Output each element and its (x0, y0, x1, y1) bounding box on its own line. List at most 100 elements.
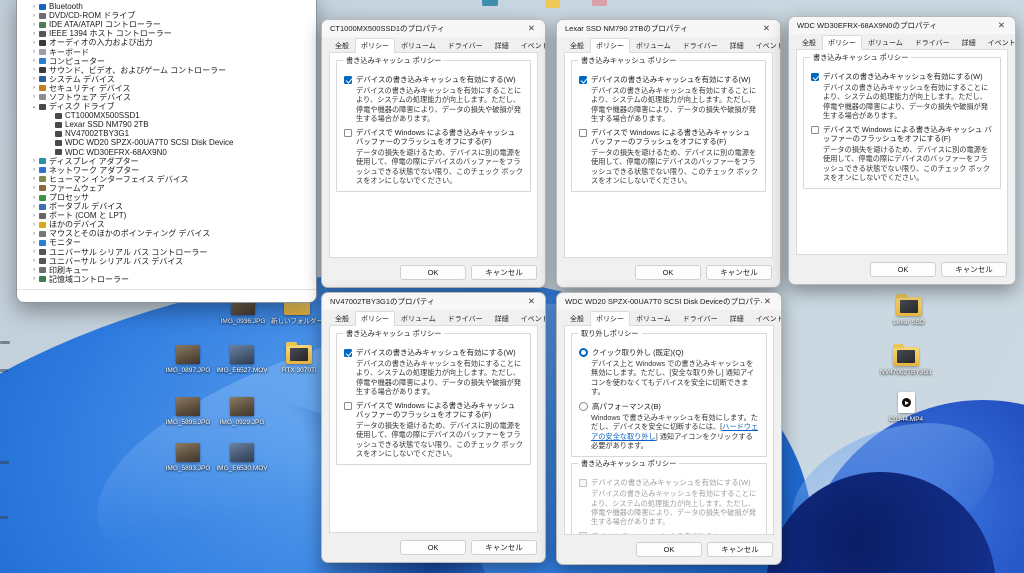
cancel-button[interactable]: キャンセル (941, 262, 1007, 277)
tab-1[interactable]: ポリシー (590, 38, 630, 53)
desktop-icon-img-5895[interactable]: IMG_5895.JPG (163, 397, 213, 426)
tab-3[interactable]: ドライバー (677, 311, 724, 326)
dialog-titlebar[interactable]: WDC WD30EFRX-68AX9N0のプロパティ ✕ (789, 17, 1015, 34)
chevron-right-icon[interactable]: › (30, 67, 38, 73)
tab-3[interactable]: ドライバー (677, 38, 724, 53)
ok-button[interactable]: OK (870, 262, 936, 277)
dialog-titlebar[interactable]: NV47002TBY3G1のプロパティ ✕ (322, 293, 545, 310)
chevron-right-icon[interactable]: › (30, 195, 38, 201)
ok-button[interactable]: OK (636, 542, 702, 557)
cancel-button[interactable]: キャンセル (471, 540, 537, 555)
dialog-titlebar[interactable]: CT1000MX500SSD1のプロパティ ✕ (322, 20, 545, 37)
chevron-right-icon[interactable]: › (30, 249, 38, 255)
chevron-right-icon[interactable]: › (30, 40, 38, 46)
tree-item[interactable]: CT1000MX500SSD1 (17, 111, 316, 120)
chevron-down-icon[interactable]: ⌄ (30, 103, 38, 110)
better-performance-radio[interactable] (579, 402, 588, 412)
chevron-right-icon[interactable]: › (30, 167, 38, 173)
tab-0[interactable]: 全般 (564, 38, 590, 53)
tab-3[interactable]: ドライバー (442, 38, 489, 53)
properties-dialog-ct1000[interactable]: CT1000MX500SSD1のプロパティ ✕ 全般 ポリシー ボリューム ドライバー… (321, 19, 546, 288)
chevron-right-icon[interactable]: › (30, 13, 38, 19)
tab-4[interactable]: 詳細 (489, 311, 515, 326)
enable-write-cache-checkbox[interactable] (344, 75, 352, 84)
desktop-icon-e6530[interactable]: IMG_E6530.MOV (216, 443, 268, 472)
turn-off-flush-checkbox[interactable] (344, 401, 352, 410)
chevron-right-icon[interactable]: › (30, 31, 38, 37)
tree-item[interactable]: ⌄ ディスク ドライブ (17, 102, 316, 111)
tab-1[interactable]: ポリシー (590, 311, 630, 326)
tab-0[interactable]: 全般 (564, 311, 590, 326)
desktop-icon-img-5893[interactable]: IMG_5893.JPG (163, 443, 213, 472)
tab-5[interactable]: イベント (982, 35, 1015, 50)
chevron-right-icon[interactable]: › (30, 176, 38, 182)
device-manager-window[interactable]: › Bluetooth › DVD/CD-ROM ドライブ › IDE ATA/ATAPI… (16, 0, 317, 303)
desktop-icon-rtx3070ti[interactable]: RTX 3070Ti (274, 342, 324, 374)
tab-5[interactable]: イベント (515, 311, 545, 326)
tab-1[interactable]: ポリシー (355, 311, 395, 326)
enable-write-cache-checkbox[interactable] (344, 348, 352, 357)
properties-dialog-wd30efrx[interactable]: WDC WD30EFRX-68AX9N0のプロパティ ✕ 全般 ポリシー ボリューム… (788, 16, 1016, 285)
desktop-icon-nv4700[interactable]: NV47002TBY3G1 (880, 344, 932, 376)
chevron-right-icon[interactable]: › (30, 94, 38, 100)
ok-button[interactable]: OK (635, 265, 701, 280)
chevron-right-icon[interactable]: › (30, 49, 38, 55)
quick-removal-radio[interactable] (579, 348, 588, 357)
turn-off-flush-checkbox[interactable] (344, 128, 352, 137)
chevron-right-icon[interactable]: › (30, 267, 38, 273)
chevron-right-icon[interactable]: › (30, 222, 38, 228)
cancel-button[interactable]: キャンセル (707, 542, 773, 557)
tab-2[interactable]: ボリューム (630, 38, 677, 53)
properties-dialog-wd20spzx[interactable]: WDC WD20 SPZX-00UA7T0 SCSI Disk Deviceのプ… (556, 292, 782, 565)
desktop-icon-lexar-ssd[interactable]: Lexar SSD (884, 294, 934, 326)
close-icon[interactable]: ✕ (761, 23, 772, 34)
enable-write-cache-checkbox[interactable] (811, 72, 819, 81)
tab-0[interactable]: 全般 (796, 35, 822, 50)
chevron-right-icon[interactable]: › (30, 204, 38, 210)
tree-item[interactable]: › 記憶域コントローラー (17, 275, 316, 284)
chevron-right-icon[interactable]: › (30, 185, 38, 191)
properties-dialog-lexar[interactable]: Lexar SSD NM790 2TBのプロパティ ✕ 全般 ポリシー ボリュームド… (556, 19, 781, 288)
cancel-button[interactable]: キャンセル (706, 265, 772, 280)
tab-5[interactable]: イベント (750, 38, 780, 53)
chevron-right-icon[interactable]: › (30, 258, 38, 264)
chevron-right-icon[interactable]: › (30, 4, 38, 10)
tab-1[interactable]: ポリシー (355, 38, 395, 53)
dialog-titlebar[interactable]: WDC WD20 SPZX-00UA7T0 SCSI Disk Deviceのプ… (557, 293, 781, 310)
close-icon[interactable]: ✕ (996, 20, 1007, 31)
cancel-button[interactable]: キャンセル (471, 265, 537, 280)
chevron-right-icon[interactable]: › (30, 213, 38, 219)
close-icon[interactable]: ✕ (762, 296, 773, 307)
chevron-right-icon[interactable]: › (30, 276, 38, 282)
close-icon[interactable]: ✕ (526, 296, 537, 307)
desktop-icon-img-0897[interactable]: IMG_0897.JPG (163, 345, 213, 374)
tab-2[interactable]: ボリューム (395, 311, 442, 326)
desktop-icon-c0344[interactable]: C0344.MP4 (881, 392, 931, 423)
chevron-right-icon[interactable]: › (30, 240, 38, 246)
tree-item[interactable]: WDC WD20 SPZX-00UA7T0 SCSI Disk Device (17, 138, 316, 147)
tab-4[interactable]: 詳細 (956, 35, 982, 50)
turn-off-flush-checkbox[interactable] (579, 128, 587, 137)
tree-item[interactable]: NV47002TBY3G1 (17, 129, 316, 138)
chevron-right-icon[interactable]: › (30, 85, 38, 91)
tab-3[interactable]: ドライバー (442, 311, 489, 326)
close-icon[interactable]: ✕ (526, 23, 537, 34)
properties-dialog-nv47002[interactable]: NV47002TBY3G1のプロパティ ✕ 全般 ポリシー ボリューム ドライバー 詳細… (321, 292, 546, 563)
chevron-right-icon[interactable]: › (30, 158, 38, 164)
tab-2[interactable]: ボリューム (630, 311, 677, 326)
tab-5[interactable]: イベント (515, 38, 545, 53)
ok-button[interactable]: OK (400, 265, 466, 280)
tab-0[interactable]: 全般 (329, 311, 355, 326)
chevron-right-icon[interactable]: › (30, 231, 38, 237)
chevron-right-icon[interactable]: › (30, 58, 38, 64)
desktop-icon-e6527[interactable]: IMG_E6527.MOV (216, 345, 268, 374)
tab-0[interactable]: 全般 (329, 38, 355, 53)
ok-button[interactable]: OK (400, 540, 466, 555)
tab-1[interactable]: ポリシー (822, 35, 862, 50)
dialog-titlebar[interactable]: Lexar SSD NM790 2TBのプロパティ ✕ (557, 20, 780, 37)
desktop-icon-img-0929[interactable]: IMG_0929.JPG (217, 397, 267, 426)
enable-write-cache-checkbox[interactable] (579, 75, 587, 84)
turn-off-flush-checkbox[interactable] (811, 125, 819, 134)
tab-5[interactable]: イベント (750, 311, 781, 326)
tab-4[interactable]: 詳細 (489, 38, 515, 53)
